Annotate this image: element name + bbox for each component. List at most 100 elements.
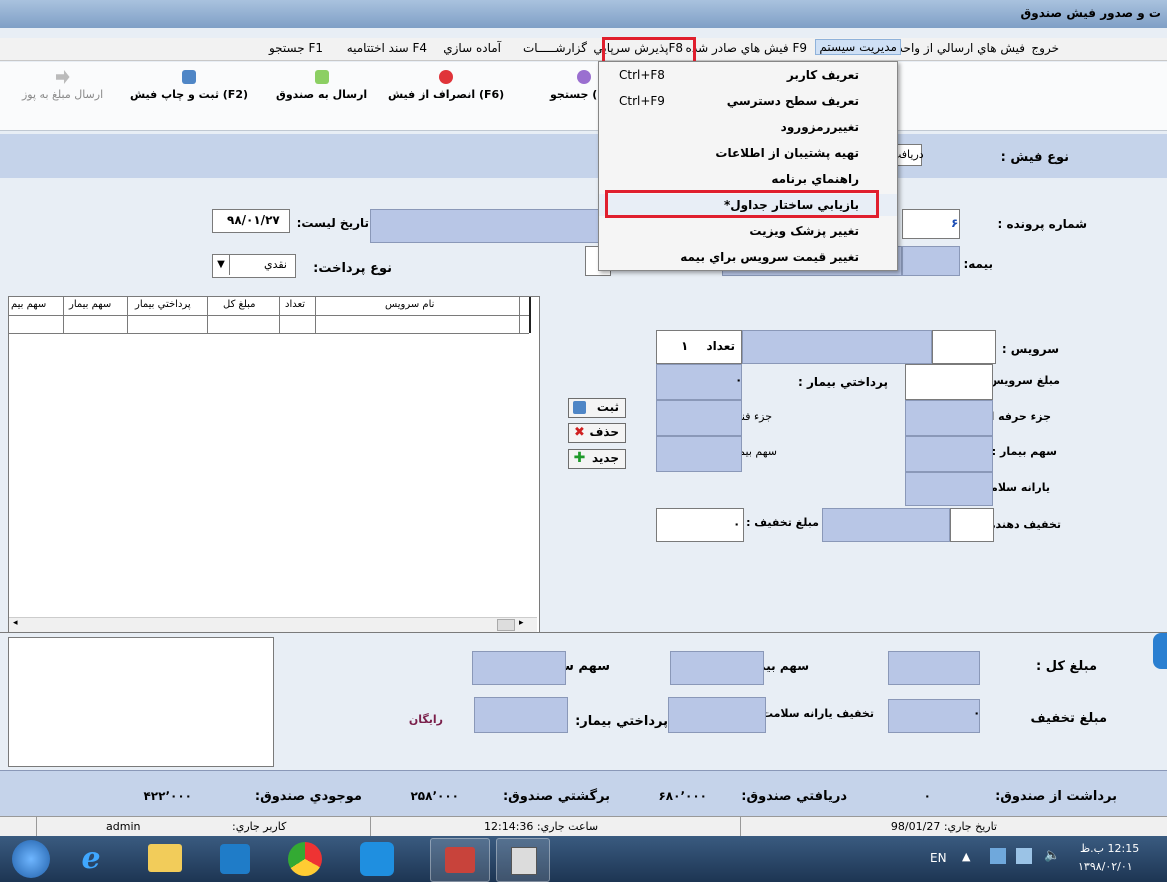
received-value: ۶۸۰٬۰۰۰ <box>658 789 707 803</box>
technical-part-field[interactable] <box>656 400 742 436</box>
current-time: ساعت جاري: 12:14:36 <box>484 820 599 833</box>
cancel-receipt-button[interactable]: انصراف از فيش (F6) <box>388 70 504 101</box>
menu-prepare[interactable]: آماده سازي <box>443 41 501 55</box>
box-icon <box>314 70 329 84</box>
discount-total-field[interactable]: ۰ <box>888 699 980 733</box>
cancel-icon <box>439 70 454 84</box>
chevron-down-icon[interactable]: ▼ <box>213 255 230 275</box>
discount-giver-name-field[interactable] <box>822 508 950 542</box>
professional-part-field[interactable] <box>905 400 993 436</box>
menu-system-management[interactable]: مديريت سيستم <box>815 39 901 55</box>
current-user: admin <box>106 820 141 833</box>
chrome-icon[interactable] <box>288 842 322 876</box>
notes-box[interactable] <box>8 637 274 767</box>
col-service-name: نام سرويس <box>385 299 435 310</box>
menu-closing-document[interactable]: F4 سند اختتاميه <box>347 41 427 55</box>
grid-horizontal-scrollbar[interactable]: ◂ ▸ <box>9 617 537 632</box>
internet-explorer-icon[interactable]: e <box>74 843 108 875</box>
window-title: ت و صدور فيش صندوق <box>1020 6 1161 20</box>
discount-total-label: مبلغ تخفيف <box>1030 711 1107 726</box>
service-code-field[interactable] <box>932 330 996 364</box>
app-window-icon <box>511 847 537 875</box>
menu-units-receipts[interactable]: فيش هاي ارسالي از واحدها <box>887 41 1025 55</box>
system-management-dropdown: تعريف کاربر Ctrl+F8 تعريف سطح دسترسي Ctr… <box>598 61 898 271</box>
patient-share-label: سهم بيمار : <box>991 445 1057 458</box>
menu-item-define-user[interactable]: تعريف کاربر Ctrl+F8 <box>599 64 897 86</box>
new-item-button[interactable]: جديد ✚ <box>568 449 626 469</box>
health-discount-field[interactable] <box>668 697 766 733</box>
discount-amount-field[interactable]: ۰ <box>656 508 744 542</box>
send-to-box-button[interactable]: ارسال به صندوق <box>276 70 367 101</box>
side-tab-icon[interactable] <box>1153 633 1167 669</box>
clock-time[interactable]: 12:15 ب.ظ <box>1080 842 1139 855</box>
returned-value: ۲۵۸٬۰۰۰ <box>410 789 459 803</box>
volume-icon[interactable]: 🔈 <box>1044 848 1060 863</box>
received-label: دريافتي صندوق: <box>741 789 847 804</box>
total-amount-field[interactable] <box>888 651 980 685</box>
col-count: تعداد <box>285 299 306 310</box>
balance-label: موجودي صندوق: <box>254 789 362 804</box>
withdraw-label: برداشت از صندوق: <box>995 789 1117 804</box>
list-date-field[interactable]: ۹۸/۰۱/۲۷ <box>212 209 290 233</box>
service-name-field[interactable] <box>742 330 932 364</box>
org-share-field[interactable] <box>472 651 566 685</box>
show-hidden-icons-icon[interactable]: ▲ <box>962 850 970 863</box>
taskbar: e EN ▲ 🔈 12:15 ب.ظ ۱۳۹۸/۰۲/۰۱ <box>0 836 1167 882</box>
patient-paid-field[interactable]: ۰ <box>656 364 742 400</box>
cash-summary: برداشت از صندوق: ۰ دريافتي صندوق: ۶۸۰٬۰۰… <box>0 770 1167 817</box>
col-patient-paid: پرداختي بيمار <box>135 299 191 310</box>
discount-amount-label: مبلغ تخفيف : <box>746 516 819 529</box>
menu-item-backup[interactable]: تهيه پشتيبان از اطلاعات <box>599 142 897 164</box>
payment-type-label: نوع پرداخت: <box>313 261 392 276</box>
totals-patient-paid-label: پرداختي بيمار: <box>575 714 668 729</box>
media-player-icon[interactable] <box>220 844 250 874</box>
menu-bar: خروج فيش هاي ارسالي از واحدها مديريت سيس… <box>0 38 1167 61</box>
count-field[interactable]: تعداد ۱ <box>656 330 742 364</box>
menu-item-change-password[interactable]: تغييررمزورود <box>599 116 897 138</box>
scroll-thumb[interactable] <box>497 619 515 631</box>
app-window-button[interactable] <box>496 838 550 882</box>
action-center-icon[interactable] <box>990 848 1006 864</box>
insurance-label: بيمه: <box>963 257 993 271</box>
start-button-icon[interactable] <box>12 840 50 878</box>
network-icon[interactable] <box>1016 848 1032 864</box>
menu-reports[interactable]: گزارشـــــات <box>523 41 587 55</box>
payment-type-select[interactable]: ▼ نقدي <box>212 254 296 278</box>
withdraw-value: ۰ <box>923 789 931 803</box>
menu-item-change-visit-doctor[interactable]: تغيير پزشک ويزيت <box>599 220 897 242</box>
list-date-label: تاريخ ليست: <box>296 216 369 230</box>
returned-label: برگشتي صندوق: <box>502 789 610 804</box>
menu-item-help[interactable]: راهنماي برنامه <box>599 168 897 190</box>
menu-search[interactable]: F1 جستجو <box>269 41 323 55</box>
scroll-right-icon[interactable]: ▸ <box>519 618 524 628</box>
send-to-pos-button[interactable]: ارسال مبلغ به پوز <box>22 70 103 101</box>
insurance-code-field[interactable] <box>902 246 960 276</box>
status-bar: تاريخ جاري: 98/01/27 ساعت جاري: 12:14:36… <box>0 816 1167 837</box>
file-explorer-icon[interactable] <box>148 844 182 872</box>
toolbox-app-button[interactable] <box>430 838 490 882</box>
current-user-label: کاربر جاري: <box>232 820 287 833</box>
save-print-button[interactable]: ثبت و چاپ فيش (F2) <box>130 70 248 101</box>
file-number-field[interactable]: ۶ <box>902 209 960 239</box>
totals-patient-paid-field[interactable] <box>474 697 568 733</box>
list-description-field[interactable] <box>370 209 602 243</box>
language-indicator[interactable]: EN <box>930 851 947 865</box>
totals-patient-share-field[interactable] <box>670 651 764 685</box>
clock-date[interactable]: ۱۳۹۸/۰۲/۰۱ <box>1078 860 1133 873</box>
patient-share-field[interactable] <box>905 436 993 472</box>
delete-item-button[interactable]: حذف ✖ <box>568 423 626 443</box>
teamviewer-icon[interactable] <box>360 842 394 876</box>
title-bar: ت و صدور فيش صندوق <box>0 0 1167 28</box>
menu-item-change-service-price[interactable]: تغيير قيمت سرويس براي بيمه <box>599 246 897 268</box>
delete-icon: ✖ <box>574 425 585 440</box>
discount-giver-code-field[interactable] <box>950 508 994 542</box>
menu-item-access-level[interactable]: تعريف سطح دسترسي Ctrl+F9 <box>599 90 897 112</box>
save-icon <box>573 401 586 414</box>
menu-exit[interactable]: خروج <box>1031 41 1059 55</box>
save-item-button[interactable]: ثبت <box>568 398 626 418</box>
health-subsidy-field[interactable] <box>905 472 993 506</box>
scroll-left-icon[interactable]: ◂ <box>13 618 18 628</box>
service-amount-field[interactable] <box>905 364 993 400</box>
insurance-share-field[interactable] <box>656 436 742 472</box>
menu-issued-receipts[interactable]: F9 فيش هاي صادر شده <box>686 41 807 55</box>
